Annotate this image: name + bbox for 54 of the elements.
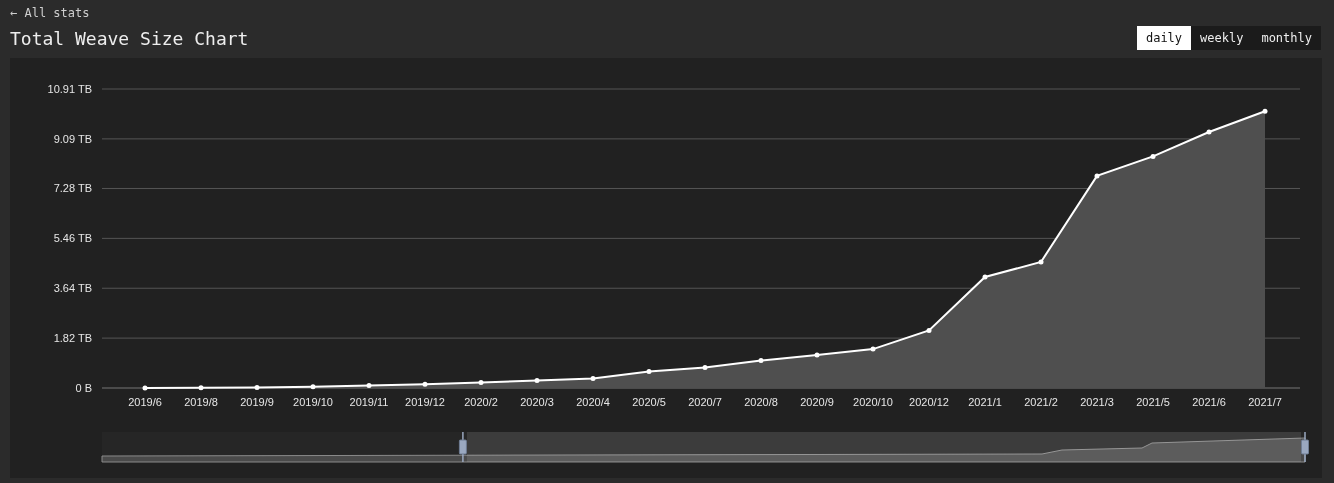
x-axis-label: 2020/8 xyxy=(744,396,778,408)
data-point xyxy=(366,383,372,389)
page-title: Total Weave Size Chart xyxy=(10,27,249,49)
data-point xyxy=(1206,129,1212,135)
y-axis-label: 7.28 TB xyxy=(53,182,92,195)
data-point xyxy=(814,352,820,358)
x-axis-label: 2020/3 xyxy=(520,396,554,408)
y-axis-label: 10.91 TB xyxy=(47,83,92,95)
x-axis-label: 2021/7 xyxy=(1248,396,1282,408)
data-point xyxy=(422,381,428,387)
x-axis-label: 2021/1 xyxy=(968,396,1002,408)
x-axis-label: 2020/10 xyxy=(853,396,893,408)
data-point xyxy=(310,384,316,390)
x-axis-label: 2019/6 xyxy=(128,396,162,408)
x-axis-label: 2021/5 xyxy=(1136,396,1170,408)
data-point xyxy=(478,380,484,385)
x-axis-label: 2021/3 xyxy=(1080,396,1114,408)
data-point xyxy=(1094,173,1100,179)
data-point xyxy=(1150,153,1156,159)
x-axis-label: 2020/9 xyxy=(800,396,834,408)
data-point xyxy=(534,378,540,384)
x-axis-label: 2019/10 xyxy=(293,396,333,408)
data-point xyxy=(702,364,708,370)
y-axis-label: 3.64 TB xyxy=(53,282,92,295)
x-axis-label: 2021/2 xyxy=(1024,396,1058,408)
data-point xyxy=(1038,259,1044,265)
slider-handle[interactable] xyxy=(1301,431,1309,463)
y-axis-label: 1.82 TB xyxy=(53,332,92,345)
data-point xyxy=(142,385,148,391)
data-point xyxy=(198,385,204,391)
y-axis-label: 5.46 TB xyxy=(53,232,92,245)
x-axis-label: 2019/12 xyxy=(405,396,445,408)
data-point xyxy=(926,327,932,333)
data-point xyxy=(758,358,764,364)
data-point xyxy=(870,346,876,352)
x-axis-label: 2019/11 xyxy=(349,396,389,408)
data-point xyxy=(646,369,652,375)
x-axis-label: 2020/7 xyxy=(688,396,722,408)
x-axis-label: 2020/2 xyxy=(464,396,498,408)
x-axis-label: 2019/8 xyxy=(184,396,218,408)
x-axis-label: 2020/5 xyxy=(632,396,666,408)
x-axis-label: 2019/9 xyxy=(240,396,274,408)
data-point xyxy=(982,274,988,280)
x-axis-label: 2020/12 xyxy=(909,396,949,408)
slider-handle[interactable] xyxy=(458,431,467,463)
y-axis-label: 0 B xyxy=(75,382,92,394)
data-point xyxy=(1262,108,1268,114)
x-axis-label: 2021/6 xyxy=(1192,396,1226,408)
data-point xyxy=(254,384,260,390)
x-axis-label: 2020/4 xyxy=(576,396,610,408)
y-axis-label: 9.09 TB xyxy=(53,132,92,145)
period-tab[interactable]: daily xyxy=(1136,26,1192,50)
data-point xyxy=(590,375,596,381)
back-link[interactable]: ← All stats xyxy=(10,6,90,20)
